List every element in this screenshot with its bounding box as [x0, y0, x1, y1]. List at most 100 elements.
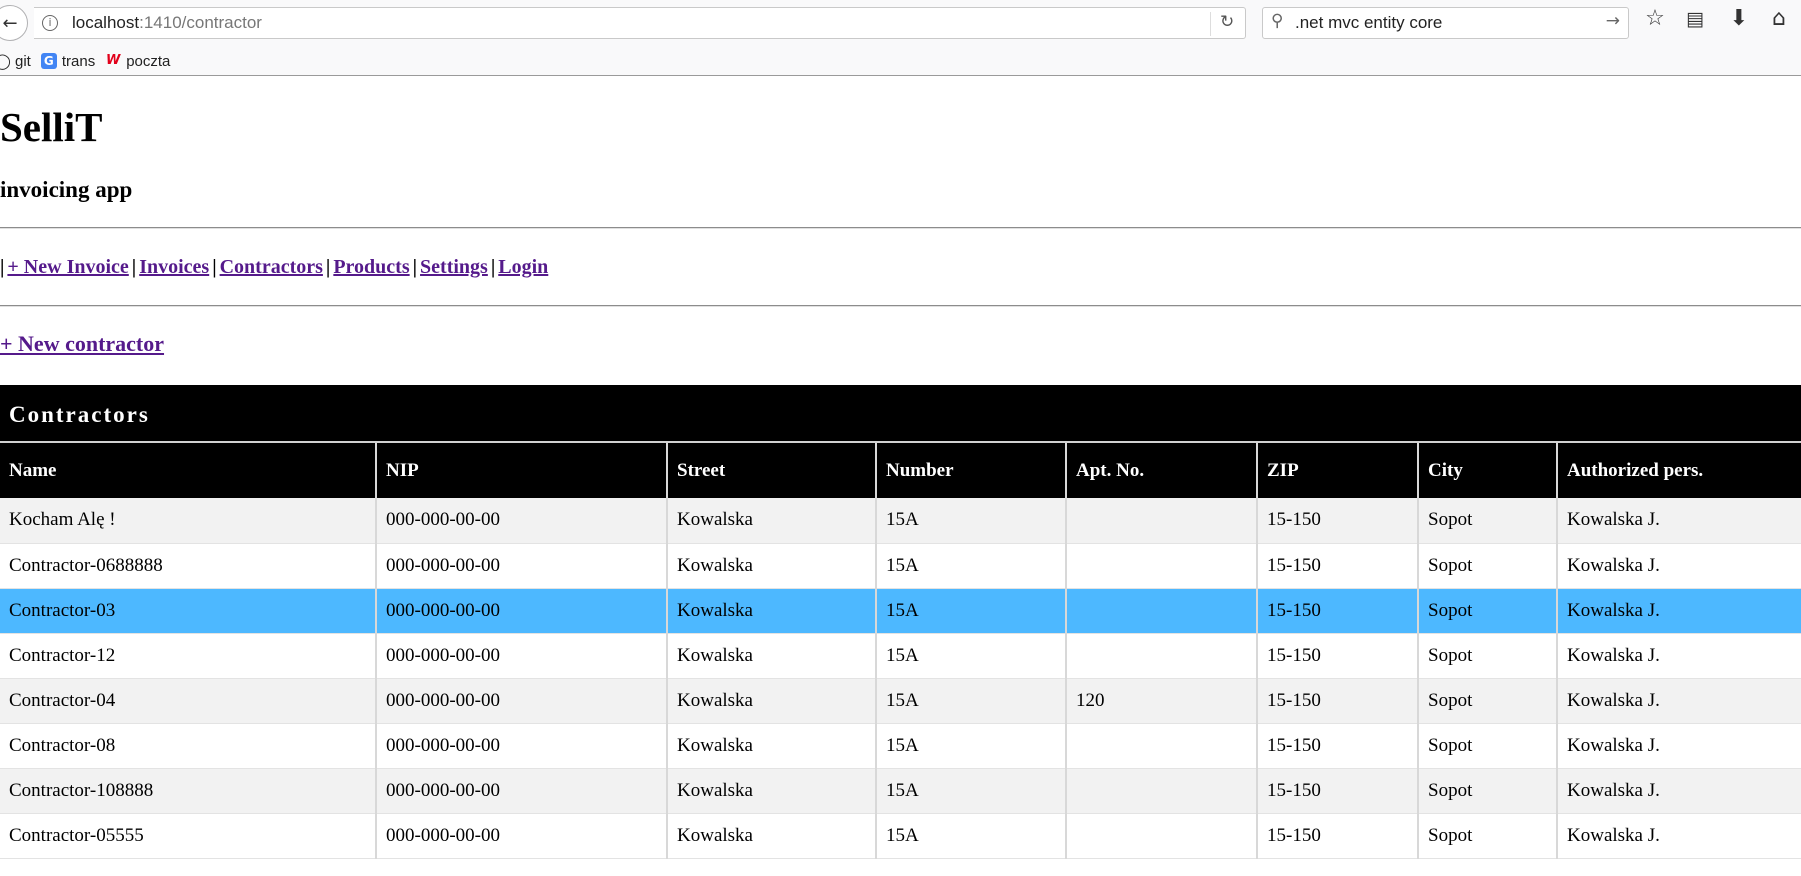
table-row[interactable]: Contractor-03 000-000-00-00 Kowalska 15A 15-… — [0, 588, 1801, 634]
table-cell: Kowalska J. — [1556, 543, 1801, 589]
table-cell: Kowalska — [666, 498, 876, 544]
column-header[interactable]: Authorized pers. — [1556, 443, 1801, 498]
table-cell: Contractor-108888 — [0, 768, 376, 814]
menu-separator: | — [131, 256, 137, 278]
table-row[interactable]: Contractor-108888 000-000-00-00 Kowalska 15… — [0, 768, 1801, 814]
table-cell: Kowalska J. — [1556, 588, 1801, 634]
menu-separator: | — [212, 256, 217, 278]
column-header[interactable]: Apt. No. — [1065, 443, 1257, 498]
wp-mail-icon: W — [106, 53, 121, 68]
table-cell: Kowalska — [666, 543, 876, 589]
download-icon[interactable]: ⬇ — [1724, 6, 1754, 31]
table-row[interactable]: Contractor-0688888 000-000-00-00 Kowalska 1… — [0, 543, 1801, 589]
table-cell: Sopot — [1417, 543, 1557, 589]
search-icon: ⚲ — [1271, 11, 1284, 31]
table-cell: Kowalska — [666, 633, 876, 679]
site-title: SelliT — [0, 104, 103, 150]
table-cell: Contractor-08 — [0, 723, 376, 769]
menu-new-invoice[interactable]: + New Invoice — [7, 256, 128, 278]
table-cell — [1065, 498, 1257, 544]
table-cell: 15-150 — [1256, 633, 1418, 679]
new-contractor-link[interactable]: + New contractor — [0, 331, 164, 357]
table-header-row: Name NIP Street Number Apt. No. ZIP City… — [0, 443, 1801, 498]
table-cell: Kowalska J. — [1556, 678, 1801, 724]
column-header[interactable]: Name — [0, 443, 376, 498]
url-host: localhost — [72, 13, 140, 32]
table-cell: Sopot — [1417, 768, 1557, 814]
table-row[interactable]: Contractor-05555 000-000-00-00 Kowalska 15A… — [0, 813, 1801, 859]
back-arrow-icon: ← — [2, 12, 18, 34]
bookmark-label: git — [15, 52, 31, 70]
menu-login[interactable]: Login — [498, 256, 548, 278]
reload-icon[interactable]: ↻ — [1220, 12, 1234, 32]
table-cell: 000-000-00-00 — [375, 678, 667, 724]
column-header[interactable]: Number — [875, 443, 1066, 498]
translate-icon: G — [40, 53, 57, 69]
bookmark-git[interactable]: ◯ git — [0, 53, 31, 70]
table-cell — [1065, 633, 1257, 679]
table-row[interactable]: Contractor-12 000-000-00-00 Kowalska 15A 15-… — [0, 633, 1801, 679]
table-cell: Contractor-05555 — [0, 813, 376, 859]
table-cell: 000-000-00-00 — [375, 498, 667, 544]
menu-invoices[interactable]: Invoices — [139, 256, 209, 278]
table-cell: 15-150 — [1256, 498, 1418, 544]
site-info-icon[interactable]: i — [42, 15, 58, 31]
table-caption: Contractors — [0, 385, 1801, 443]
table-cell: 000-000-00-00 — [375, 543, 667, 589]
contractors-table-container: Contractors Name NIP Street Number Apt. … — [0, 385, 1801, 859]
table-cell: Contractor-12 — [0, 633, 376, 679]
table-cell: Sopot — [1417, 498, 1557, 544]
bookmark-label: trans — [61, 52, 96, 70]
table-cell — [1065, 813, 1257, 859]
back-button[interactable]: ← — [0, 5, 28, 41]
bookmark-poczta[interactable]: W poczta — [105, 53, 170, 70]
table-cell: Kowalska — [666, 768, 876, 814]
table-cell: Kowalska J. — [1556, 498, 1801, 544]
table-row[interactable]: Kocham Alę ! 000-000-00-00 Kowalska 15A 15-1… — [0, 498, 1801, 544]
library-icon[interactable]: ▤ — [1680, 8, 1710, 30]
table-cell: 15-150 — [1256, 768, 1418, 814]
table-cell — [1065, 723, 1257, 769]
column-header[interactable]: Street — [666, 443, 876, 498]
home-icon[interactable]: ⌂ — [1764, 6, 1794, 31]
table-cell: Kowalska — [666, 813, 876, 859]
table-cell: Kowalska J. — [1556, 768, 1801, 814]
table-cell: Sopot — [1417, 678, 1557, 724]
menu-products[interactable]: Products — [333, 256, 409, 278]
search-bar[interactable]: ⚲ .net mvc entity core → — [1262, 7, 1629, 39]
url-text[interactable]: localhost:1410/contractor — [72, 13, 262, 33]
url-separator — [1210, 12, 1211, 36]
table-cell: 15A — [875, 498, 1066, 544]
menu-contractors[interactable]: Contractors — [220, 256, 323, 278]
table-cell: Contractor-03 — [0, 588, 376, 634]
contractors-table: Name NIP Street Number Apt. No. ZIP City… — [0, 443, 1801, 859]
table-cell: 15A — [875, 768, 1066, 814]
table-cell: Kowalska J. — [1556, 813, 1801, 859]
bookmark-trans[interactable]: G trans — [40, 52, 96, 70]
table-cell — [1065, 543, 1257, 589]
table-cell: 15-150 — [1256, 678, 1418, 724]
table-row[interactable]: Contractor-04 000-000-00-00 Kowalska 15A 120… — [0, 678, 1801, 724]
menu-separator: | — [325, 256, 331, 278]
table-cell: 15A — [875, 588, 1066, 634]
column-header[interactable]: ZIP — [1256, 443, 1418, 498]
column-header[interactable]: City — [1417, 443, 1557, 498]
table-cell: 000-000-00-00 — [375, 813, 667, 859]
search-input[interactable]: .net mvc entity core — [1295, 13, 1442, 33]
address-bar[interactable]: i localhost:1410/contractor ↻ — [34, 7, 1246, 39]
divider — [0, 305, 1801, 307]
menu-separator: | — [412, 256, 418, 278]
table-cell: Kowalska J. — [1556, 723, 1801, 769]
star-bookmark-icon[interactable]: ☆ — [1640, 6, 1670, 31]
table-row[interactable]: Contractor-08 000-000-00-00 Kowalska 15A 15-… — [0, 723, 1801, 769]
menu-separator: | — [490, 256, 496, 278]
table-cell: Sopot — [1417, 588, 1557, 634]
table-cell: 000-000-00-00 — [375, 588, 667, 634]
table-cell: Contractor-04 — [0, 678, 376, 724]
column-header[interactable]: NIP — [375, 443, 667, 498]
search-go-arrow-icon[interactable]: → — [1606, 11, 1620, 31]
navigation-row: ← i localhost:1410/contractor ↻ ⚲ .net m… — [0, 0, 1801, 42]
browser-toolbar: ← i localhost:1410/contractor ↻ ⚲ .net m… — [0, 0, 1801, 76]
table-cell: Sopot — [1417, 813, 1557, 859]
menu-settings[interactable]: Settings — [420, 256, 488, 278]
